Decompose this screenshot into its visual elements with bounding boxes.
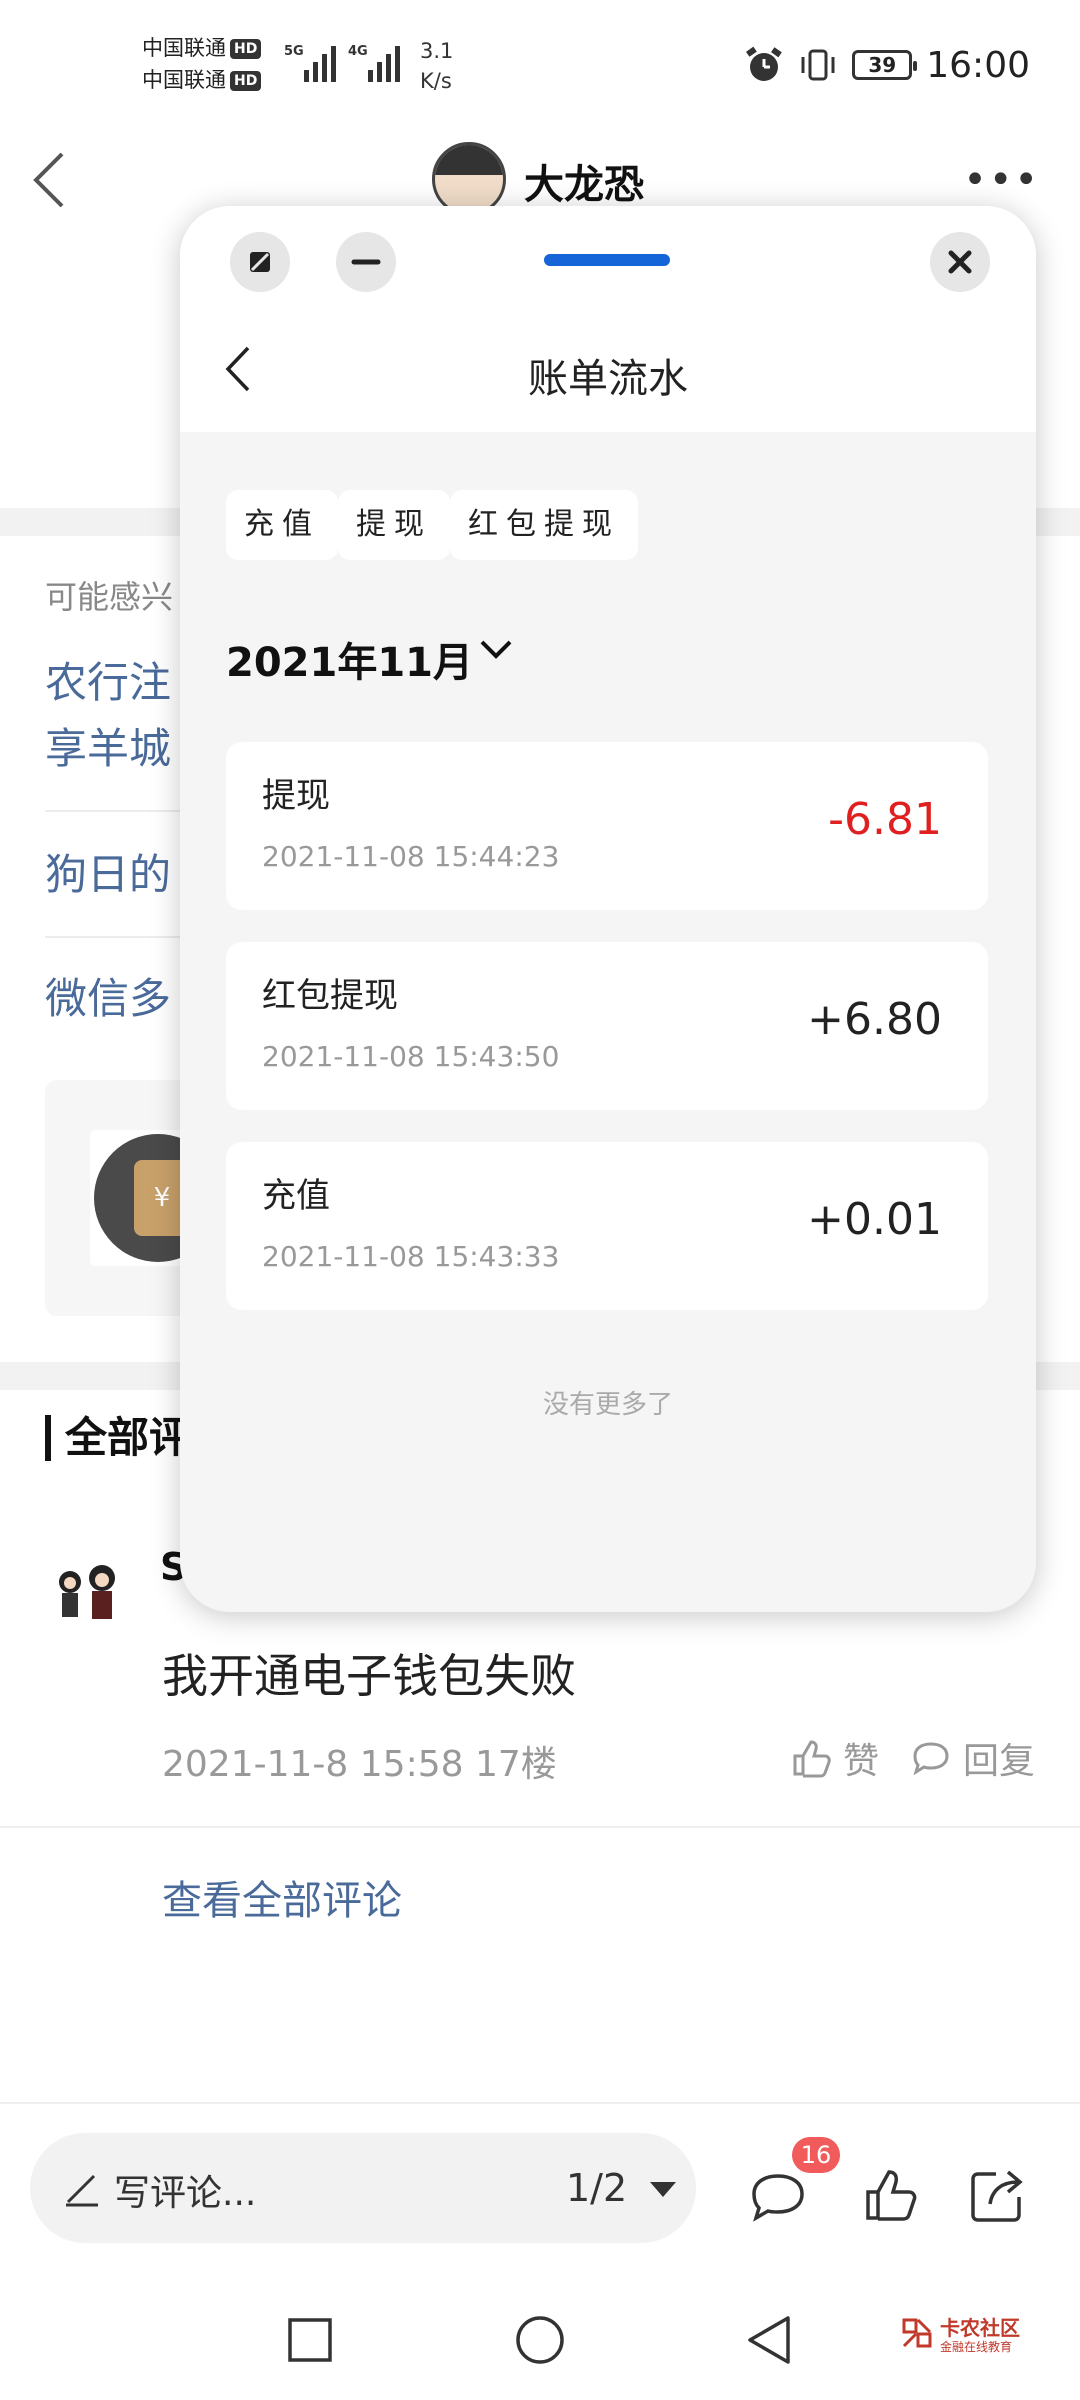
- author-name[interactable]: 大龙恐: [524, 152, 644, 210]
- view-all-comments-link[interactable]: 查看全部评论: [162, 1868, 402, 1926]
- transaction-amount: +0.01: [807, 1194, 942, 1245]
- like-button[interactable]: 赞: [789, 1732, 879, 1784]
- transaction-row[interactable]: 红包提现 2021-11-08 15:43:50 +6.80: [226, 942, 988, 1110]
- status-bar: 中国联通 HD 中国联通 HD 5G 4G 3.1 K/s 39 16:00: [0, 0, 1080, 130]
- network-5g-label: 5G: [284, 44, 304, 59]
- minus-icon: [351, 259, 381, 265]
- watermark-text: 卡农社区: [940, 2316, 1020, 2340]
- carrier-info: 中国联通 HD 中国联通 HD: [142, 32, 262, 96]
- comment-count-badge: 16: [792, 2137, 840, 2173]
- caret-down-icon[interactable]: [650, 2182, 676, 2197]
- transaction-row[interactable]: 充值 2021-11-08 15:43:33 +0.01: [226, 1142, 988, 1310]
- transaction-type: 提现: [262, 776, 330, 816]
- watermark-logo: 卡农社区 金融在线教育: [900, 2312, 1060, 2362]
- comment-meta: 2021-11-8 15:58 17楼: [162, 1744, 557, 1785]
- recent-apps-icon[interactable]: [280, 2310, 340, 2370]
- window-title: 账单流水: [528, 356, 688, 402]
- net-speed-unit: K/s: [420, 69, 452, 93]
- commenter-avatar[interactable]: [48, 1560, 128, 1630]
- network-4g-label: 4G: [348, 44, 368, 59]
- write-comment-placeholder[interactable]: 写评论...: [114, 2164, 256, 2216]
- carrier-2: 中国联通: [142, 68, 226, 92]
- watermark-icon: [902, 2318, 932, 2348]
- transaction-row[interactable]: 提现 2021-11-08 15:44:23 -6.81: [226, 742, 988, 910]
- transaction-time: 2021-11-08 15:44:23: [262, 840, 560, 873]
- related-item[interactable]: 微信多: [45, 966, 171, 1032]
- hd-badge-2: HD: [230, 71, 262, 91]
- back-nav-icon[interactable]: [740, 2310, 800, 2370]
- watermark-subtext: 金融在线教育: [940, 2340, 1013, 2354]
- divider: [0, 1826, 1080, 1828]
- fullscreen-button[interactable]: [230, 232, 290, 292]
- signal-5g-icon: [304, 42, 344, 82]
- close-button[interactable]: [930, 232, 990, 292]
- related-item[interactable]: 狗日的: [45, 842, 171, 908]
- vibrate-icon: [801, 49, 835, 81]
- minimize-button[interactable]: [336, 232, 396, 292]
- reply-button[interactable]: 回复: [909, 1732, 1035, 1784]
- filter-withdraw[interactable]: 提现: [338, 490, 450, 560]
- transaction-amount: -6.81: [828, 794, 942, 845]
- alarm-icon: [746, 46, 783, 81]
- no-more-label: 没有更多了: [542, 1390, 673, 1420]
- like-label: 赞: [842, 1741, 879, 1782]
- reply-label: 回复: [962, 1741, 1035, 1782]
- back-icon[interactable]: [30, 150, 70, 210]
- transaction-type: 红包提现: [262, 976, 398, 1016]
- comment-actions: 赞 回复: [789, 1732, 1035, 1784]
- net-speed-value: 3.1: [420, 39, 454, 63]
- transaction-type: 充值: [262, 1176, 330, 1216]
- transaction-time: 2021-11-08 15:43:50: [262, 1040, 560, 1073]
- more-menu-icon[interactable]: •••: [963, 160, 1040, 200]
- floating-window: 账单流水 充值 提现 红包提现 2021年11月 提现 2021-11-08 1…: [180, 206, 1036, 1612]
- comments-section-title: 全部评: [45, 1415, 191, 1461]
- home-icon[interactable]: [510, 2310, 570, 2370]
- close-icon: [948, 250, 972, 274]
- signal-4g-icon: [368, 42, 408, 82]
- pencil-icon: [66, 2174, 98, 2207]
- share-icon[interactable]: [968, 2166, 1028, 2226]
- thumbs-up-icon[interactable]: [862, 2166, 922, 2226]
- transaction-time: 2021-11-08 15:43:33: [262, 1240, 560, 1273]
- expand-icon: [250, 252, 270, 272]
- author-avatar[interactable]: [432, 142, 506, 216]
- month-selector[interactable]: 2021年11月: [226, 630, 473, 688]
- related-section-title: 可能感兴: [45, 578, 174, 616]
- comments-icon[interactable]: [748, 2166, 808, 2226]
- transaction-amount: +6.80: [807, 994, 942, 1045]
- page-indicator[interactable]: 1/2: [566, 2166, 627, 2210]
- drag-handle[interactable]: [544, 254, 670, 266]
- related-item[interactable]: 享羊城: [45, 716, 171, 782]
- filter-recharge[interactable]: 充值: [226, 490, 338, 560]
- comment-bubble-icon: [913, 1742, 949, 1776]
- net-speed: 3.1 K/s: [420, 36, 453, 96]
- battery-icon: 39: [852, 50, 918, 80]
- status-right: 39 16:00: [744, 40, 1030, 90]
- thumbs-up-icon: [793, 1740, 831, 1778]
- clock: 16:00: [926, 44, 1030, 86]
- chevron-down-icon[interactable]: [478, 636, 514, 662]
- filter-redpacket-withdraw[interactable]: 红包提现: [450, 490, 638, 560]
- related-item[interactable]: 农行注: [45, 650, 171, 716]
- comment-text: 我开通电子钱包失败: [162, 1649, 576, 1703]
- hd-badge-1: HD: [230, 39, 262, 59]
- carrier-1: 中国联通: [142, 36, 226, 60]
